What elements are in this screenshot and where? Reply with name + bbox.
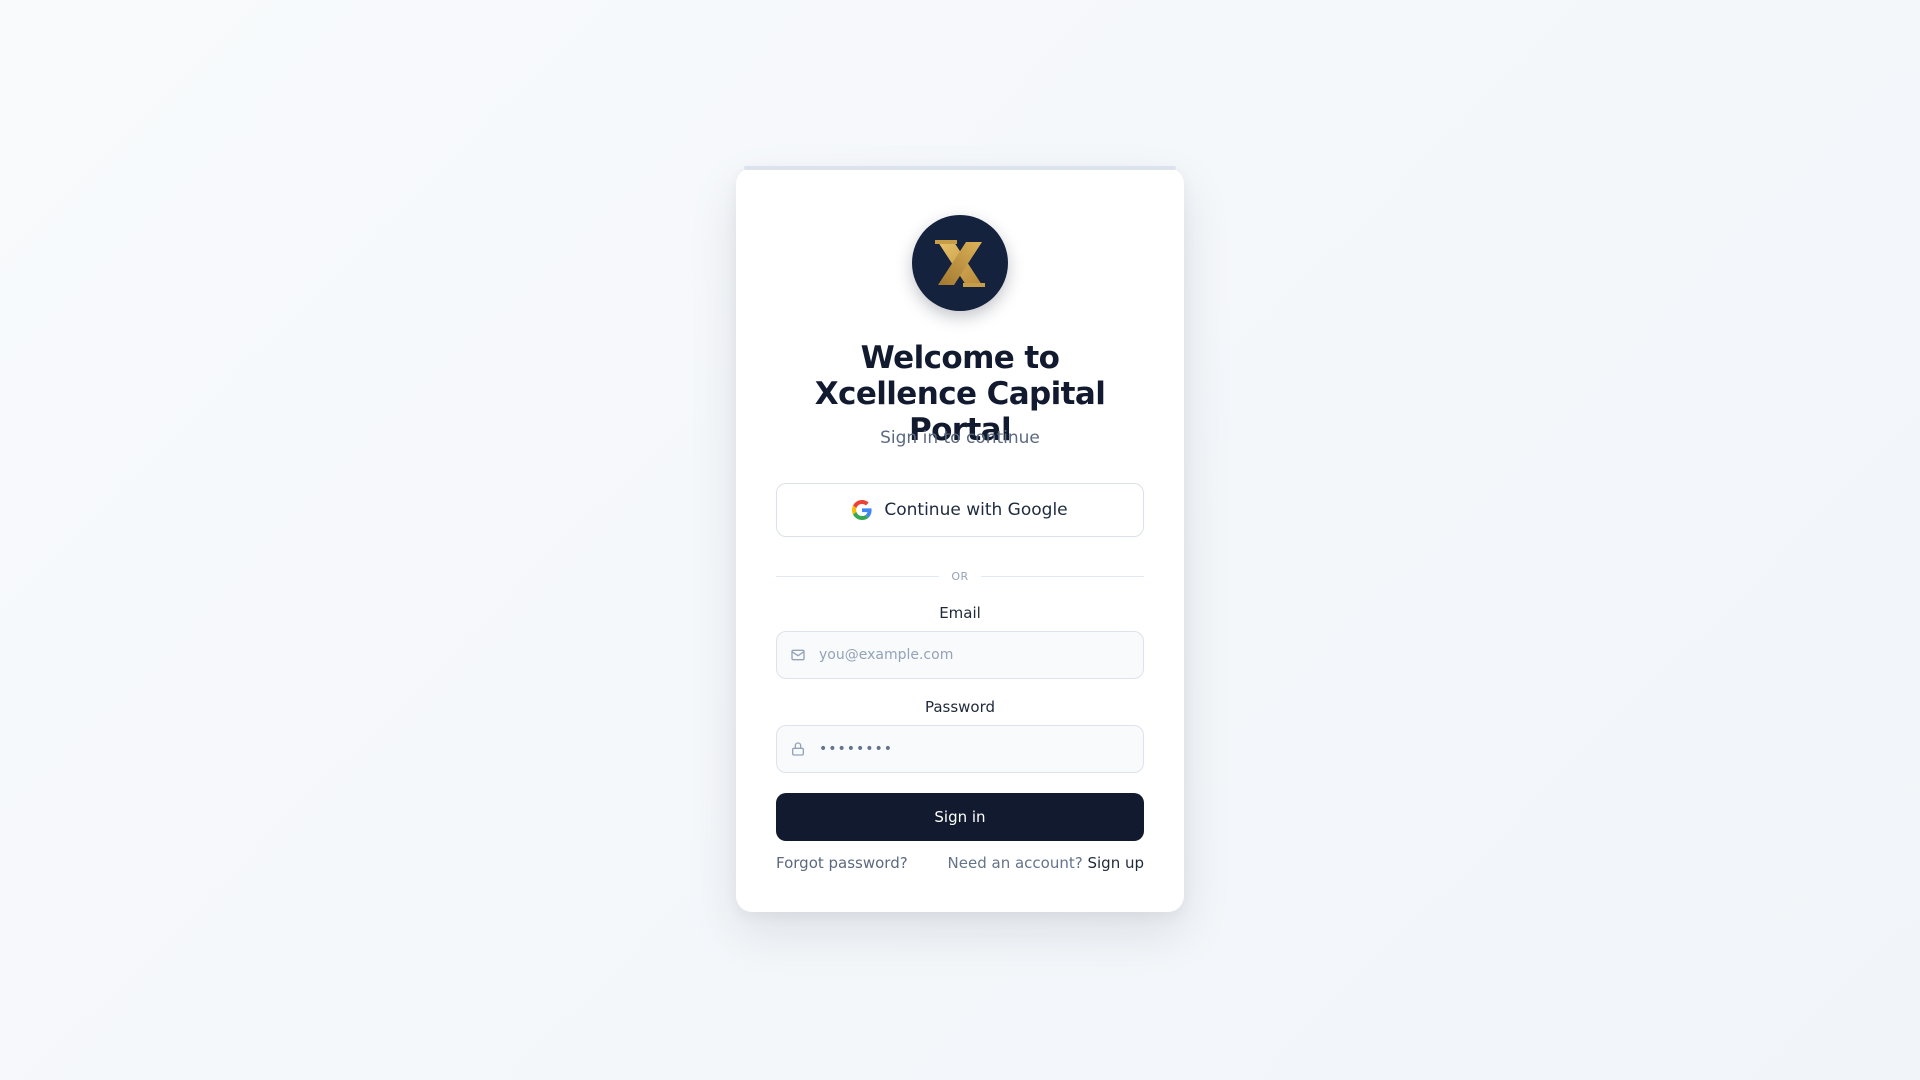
google-signin-button[interactable]: Continue with Google — [776, 483, 1144, 537]
google-icon — [852, 500, 872, 520]
mail-icon — [789, 646, 807, 664]
google-button-label: Continue with Google — [884, 500, 1068, 520]
sign-in-button[interactable]: Sign in — [776, 793, 1144, 841]
auth-footer: Forgot password? Need an account? Sign u… — [776, 854, 1144, 872]
brand-logo — [912, 215, 1008, 311]
or-divider: OR — [776, 568, 1144, 584]
card-accent-bar — [744, 166, 1176, 170]
lock-icon — [789, 740, 807, 758]
email-field[interactable] — [776, 631, 1144, 679]
email-input[interactable] — [817, 631, 1143, 679]
forgot-password-link[interactable]: Forgot password? — [776, 854, 908, 872]
divider-line-left — [776, 575, 940, 577]
x-monogram-icon — [935, 240, 985, 287]
divider-text: OR — [951, 569, 969, 583]
password-input[interactable] — [817, 725, 1143, 773]
email-label: Email — [939, 604, 981, 622]
sign-up-link[interactable]: Sign up — [1087, 854, 1144, 872]
password-field[interactable] — [776, 725, 1144, 773]
divider-line-right — [980, 575, 1144, 577]
signup-prompt-text: Need an account? — [947, 854, 1083, 872]
page-subtitle: Sign in to continue — [880, 428, 1040, 448]
signup-prompt-group: Need an account? Sign up — [948, 854, 1144, 872]
login-card: Welcome to Xcellence Capital Portal Sign… — [736, 166, 1184, 912]
password-label: Password — [924, 698, 996, 716]
